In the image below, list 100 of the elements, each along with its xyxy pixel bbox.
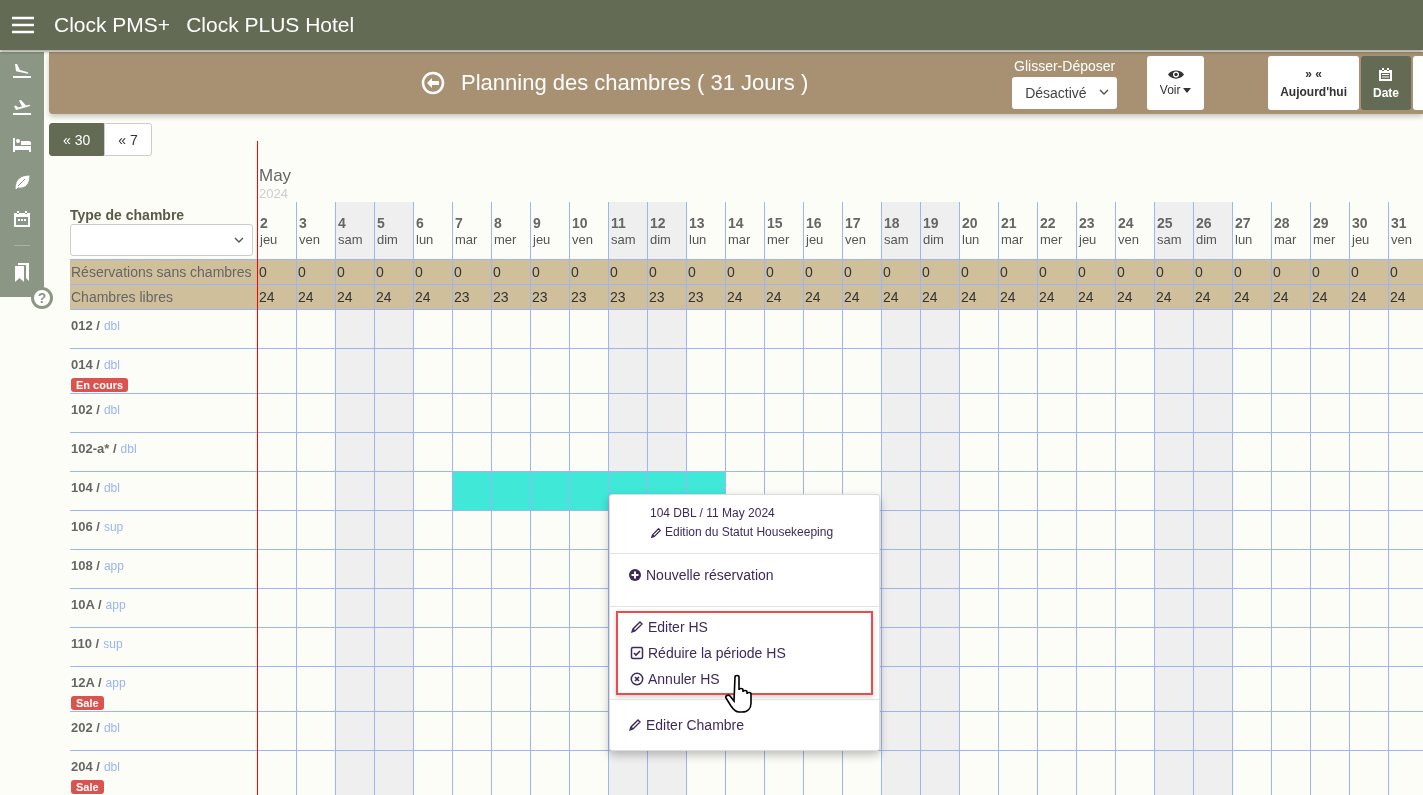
table-cell: 0 <box>920 259 959 284</box>
table-cell: 24 <box>1037 284 1076 309</box>
day-header: 18 sam <box>881 202 920 259</box>
table-cell: 0 <box>959 259 998 284</box>
room-type-link[interactable]: dbl <box>103 319 120 333</box>
table-cell: 0 <box>1271 259 1310 284</box>
table-cell: 0 <box>257 259 296 284</box>
table-cell: 0 <box>1193 259 1232 284</box>
table-cell: 24 <box>920 284 959 309</box>
table-cell: 24 <box>959 284 998 309</box>
range-button[interactable]: « 7 <box>104 123 152 156</box>
room-type-link[interactable]: dbl <box>103 760 120 774</box>
status-badge: Sale <box>71 780 104 794</box>
menu-item[interactable]: Réduire la période HS <box>630 639 786 666</box>
row-label: Réservations sans chambres <box>70 259 257 284</box>
table-cell: 24 <box>803 284 842 309</box>
day-header: 5 dim <box>374 202 413 259</box>
table-cell: 24 <box>1388 284 1423 309</box>
room-type-link[interactable]: app <box>105 598 126 612</box>
room-type-link[interactable]: dbl <box>103 481 120 495</box>
table-cell: 24 <box>1154 284 1193 309</box>
room-type-link[interactable]: dbl <box>103 403 120 417</box>
room-type-link[interactable]: dbl <box>103 721 120 735</box>
table-cell: 24 <box>374 284 413 309</box>
room-type-link[interactable]: dbl <box>120 442 137 456</box>
table-cell: 23 <box>569 284 608 309</box>
menu-item[interactable]: Editer Chambre <box>628 711 745 738</box>
room-type-link[interactable]: sup <box>103 520 124 534</box>
table-cell: 24 <box>296 284 335 309</box>
help-icon[interactable]: ? <box>31 287 53 309</box>
table-cell: 24 <box>998 284 1037 309</box>
table-cell: 0 <box>296 259 335 284</box>
room-number: 12A / <box>71 675 102 690</box>
table-cell: 0 <box>491 259 530 284</box>
month-label: May <box>259 166 292 186</box>
table-cell: 24 <box>1271 284 1310 309</box>
table-cell: 0 <box>569 259 608 284</box>
table-cell: 24 <box>725 284 764 309</box>
menu-item[interactable]: Annuler HS <box>630 665 720 692</box>
table-cell: 0 <box>335 259 374 284</box>
room-number: 104 / <box>71 480 100 495</box>
room-type-link[interactable]: app <box>103 559 124 573</box>
menu-heading: 104 DBL / 11 May 2024 <box>650 505 775 522</box>
room-type-link[interactable]: dbl <box>103 358 120 372</box>
status-badge: Sale <box>71 696 104 710</box>
menu-item[interactable]: Nouvelle réservation <box>628 561 774 588</box>
room-number: 014 / <box>71 357 100 372</box>
table-cell: 24 <box>1232 284 1271 309</box>
table-cell: 24 <box>842 284 881 309</box>
day-header: 4 sam <box>335 202 374 259</box>
table-cell: 23 <box>491 284 530 309</box>
table-cell: 23 <box>530 284 569 309</box>
table-cell: 0 <box>1115 259 1154 284</box>
table-cell: 0 <box>998 259 1037 284</box>
table-cell: 0 <box>803 259 842 284</box>
table-cell: 24 <box>335 284 374 309</box>
table-cell: 24 <box>1115 284 1154 309</box>
housekeeping-link[interactable]: Edition du Statut Housekeeping <box>650 523 834 543</box>
room-number: 102 / <box>71 402 100 417</box>
toolbar-button[interactable]: Date <box>1361 56 1411 110</box>
room-type-link[interactable]: sup <box>103 637 123 651</box>
table-cell: 0 <box>725 259 764 284</box>
page-title: Planning des chambres ( 31 Jours ) <box>461 70 809 96</box>
toolbar-button[interactable]: » « Aujourd'hui <box>1268 56 1359 110</box>
room-number: 108 / <box>71 558 100 573</box>
table-cell: 24 <box>764 284 803 309</box>
table-cell: 0 <box>881 259 920 284</box>
table-cell: 0 <box>764 259 803 284</box>
day-header: 11 sam <box>608 202 647 259</box>
room-number: 102-a* / <box>71 441 117 456</box>
room-type-link[interactable]: app <box>105 676 126 690</box>
day-header: 12 dim <box>647 202 686 259</box>
table-cell: 0 <box>1232 259 1271 284</box>
table-cell: 24 <box>1310 284 1349 309</box>
table-cell: 0 <box>1310 259 1349 284</box>
room-number: 202 / <box>71 720 100 735</box>
table-cell: 23 <box>608 284 647 309</box>
drag-drop-label: Glisser-Déposer <box>1014 57 1116 74</box>
table-cell: 24 <box>1193 284 1232 309</box>
row-label: Chambres libres <box>70 284 257 309</box>
table-cell: 0 <box>1349 259 1388 284</box>
table-cell: 0 <box>413 259 452 284</box>
table-cell: 24 <box>257 284 296 309</box>
table-cell: 23 <box>452 284 491 309</box>
room-number: 012 / <box>71 318 100 333</box>
day-header: 19 dim <box>920 202 959 259</box>
drag-drop-select[interactable]: Désactivé <box>1012 76 1118 109</box>
table-cell: 0 <box>1076 259 1115 284</box>
view-button[interactable]: Voir <box>1147 56 1205 110</box>
table-cell: 23 <box>686 284 725 309</box>
status-badge: En cours <box>71 378 129 392</box>
table-cell: 0 <box>374 259 413 284</box>
table-cell: 24 <box>881 284 920 309</box>
table-cell: 0 <box>452 259 491 284</box>
menu-item[interactable]: Editer HS <box>630 613 708 640</box>
day-header: 25 sam <box>1154 202 1193 259</box>
app-title: Clock PMS+ <box>54 13 171 37</box>
table-cell: 0 <box>530 259 569 284</box>
table-cell: 0 <box>842 259 881 284</box>
range-button[interactable]: « 30 <box>49 123 105 156</box>
